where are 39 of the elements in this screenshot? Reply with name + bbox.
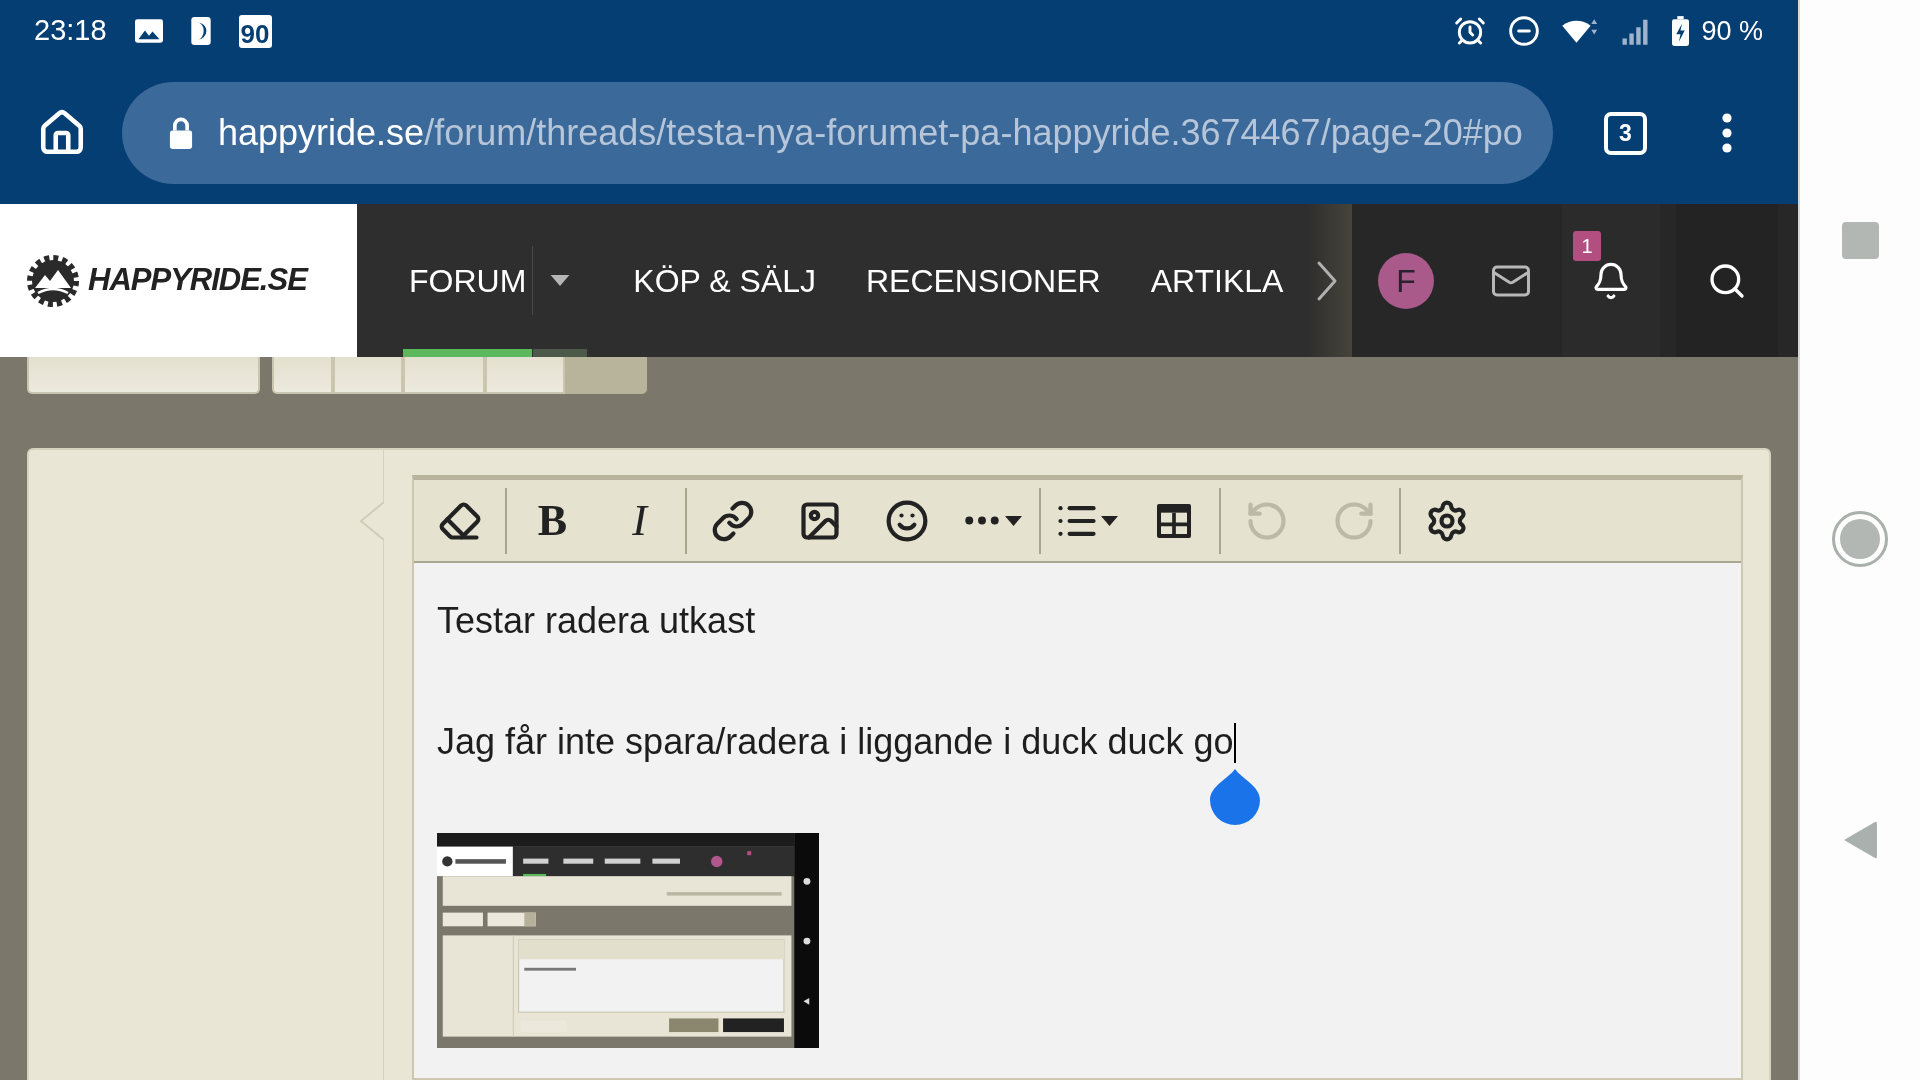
caret-icon	[550, 275, 571, 286]
bold-button[interactable]: B	[509, 480, 596, 561]
search-button[interactable]	[1676, 204, 1778, 357]
cursor-handle[interactable]	[1209, 769, 1262, 825]
alarm-clock-icon	[1454, 15, 1487, 47]
logo-link[interactable]: HAPPYRIDE.SE	[0, 204, 357, 357]
caret-icon	[1005, 515, 1022, 526]
italic-button[interactable]: I	[596, 480, 683, 561]
three-dots-icon	[965, 516, 999, 525]
nav-tab[interactable]: RECENSIONER	[840, 204, 1126, 357]
link-icon	[710, 498, 755, 543]
tab-count-button[interactable]: 3	[1604, 111, 1647, 155]
clock-time: 23:18	[34, 13, 107, 49]
back-triangle-icon	[1842, 820, 1878, 860]
nav-tab[interactable]: ARTIKLA	[1125, 204, 1309, 357]
lock-icon	[168, 117, 194, 149]
battery-percentage: 90 %	[1701, 14, 1763, 48]
bell-icon	[1591, 260, 1631, 301]
nav-tab[interactable]: KÖP & SÄLJ	[608, 204, 841, 357]
logo-text: HAPPYRIDE.SE	[88, 261, 307, 300]
smiley-icon	[884, 498, 929, 543]
date-badge: 90	[238, 14, 272, 48]
scroll-right-button[interactable]	[1316, 259, 1338, 302]
alert-count-badge: 1	[1573, 231, 1601, 261]
battery-charging-icon	[1672, 16, 1690, 46]
address-bar[interactable]: happyride.se/forum/threads/testa-nya-forumet-pa-happyride.3674467/page-20#po	[122, 82, 1553, 184]
chevron-right-icon	[1316, 259, 1338, 302]
caret-icon	[1101, 515, 1118, 526]
message-field[interactable]: Testar radera utkast Jag får inte spara/radera i liggande i duck duck go	[414, 563, 1741, 1078]
gear-mountain-icon	[27, 254, 79, 307]
do-not-disturb-icon	[1508, 15, 1541, 47]
wifi-icon	[1562, 18, 1599, 44]
message-paragraph: Testar radera utkast	[437, 599, 756, 643]
menu-icon	[1722, 113, 1732, 153]
message-paragraph: Jag får inte spara/radera i liggande i duck duck go	[437, 718, 1237, 766]
url-text: happyride.se/forum/threads/testa-nya-forumet-pa-happyride.3674467/page-20#po	[218, 111, 1523, 155]
alerts-button[interactable]: 1	[1562, 204, 1660, 357]
picture-icon	[134, 19, 163, 43]
crescent-tile-icon	[190, 17, 211, 45]
